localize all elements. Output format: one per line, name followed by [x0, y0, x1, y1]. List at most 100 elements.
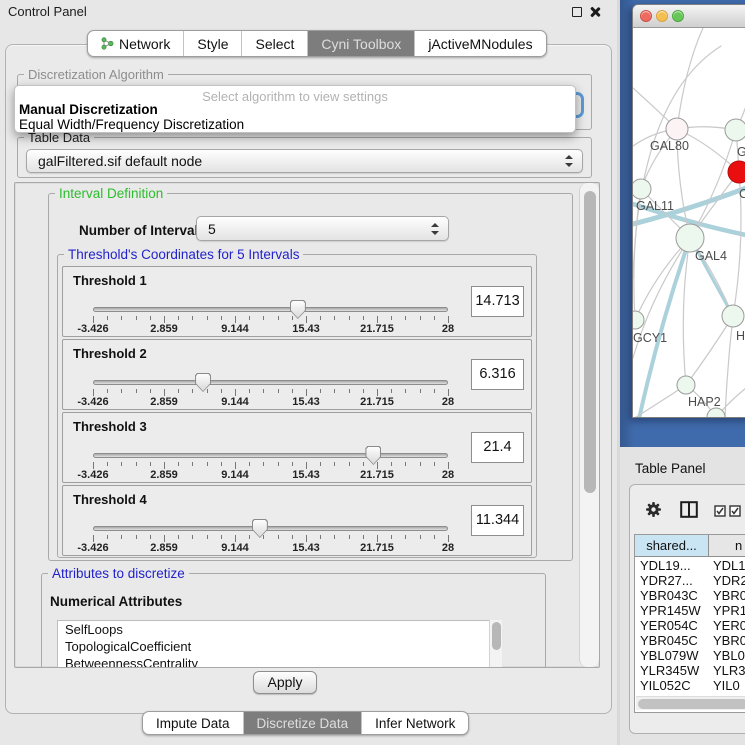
table-row[interactable]: YLR345WYLR3	[635, 663, 745, 678]
tab-style[interactable]: Style	[184, 31, 242, 56]
threshold-value-field[interactable]: 6.316	[471, 359, 524, 390]
minimize-yellow-icon[interactable]	[656, 10, 668, 22]
threshold-value-field[interactable]: 11.344	[471, 505, 524, 536]
tick-mark	[221, 535, 222, 539]
table-row[interactable]: YPR145WYPR1	[635, 603, 745, 618]
attribute-list-item[interactable]: SelfLoops	[58, 621, 501, 638]
network-window-titlebar[interactable]	[633, 5, 745, 28]
network-node-h[interactable]	[722, 305, 744, 327]
tab-select[interactable]: Select	[242, 31, 308, 56]
threshold-value-field[interactable]: 21.4	[471, 432, 524, 463]
attributes-list-scrollbar[interactable]	[489, 620, 502, 668]
tab-impute-data[interactable]: Impute Data	[143, 712, 244, 734]
tab-network[interactable]: Network	[88, 31, 184, 56]
threshold-label: Threshold 4	[73, 492, 147, 507]
table-cell[interactable]: YBL079W	[635, 648, 709, 663]
table-cell[interactable]: YLR345W	[635, 663, 709, 678]
network-node-label: C	[739, 187, 745, 201]
tab-cyni-toolbox[interactable]: Cyni Toolbox	[308, 31, 415, 56]
column-header-shared-name[interactable]: shared...	[635, 535, 709, 556]
table-cell[interactable]: YER0	[709, 618, 745, 633]
network-node-gal11[interactable]	[633, 179, 651, 199]
threshold-value-field[interactable]: 14.713	[471, 286, 524, 317]
tick-mark	[207, 535, 208, 539]
threshold-slider-thumb[interactable]	[252, 519, 268, 538]
tick-label: 28	[442, 469, 454, 481]
network-node-gal4[interactable]	[676, 224, 704, 252]
table-hscrollbar-thumb[interactable]	[638, 699, 745, 709]
threshold-label: Threshold 2	[73, 346, 147, 361]
threshold-slider-track[interactable]	[93, 526, 448, 531]
network-node-c[interactable]	[728, 161, 745, 183]
algorithm-option-manual[interactable]: Manual Discretization	[15, 102, 575, 117]
network-node-ga[interactable]	[725, 119, 745, 141]
slider-tick-labels: -3.4262.8599.14415.4321.71528	[93, 542, 448, 554]
table-row[interactable]: YBL079WYBL0	[635, 648, 745, 663]
network-node-hap2[interactable]	[677, 376, 695, 394]
column-header-name[interactable]: n	[709, 535, 745, 556]
table-cell[interactable]: YIL0	[709, 678, 745, 693]
tick-mark	[434, 462, 435, 466]
close-icon[interactable]	[589, 6, 601, 18]
threshold-slider-thumb[interactable]	[290, 300, 306, 319]
table-cell[interactable]: YDL1	[709, 558, 745, 573]
table-cell[interactable]: YER054C	[635, 618, 709, 633]
close-red-icon[interactable]	[640, 10, 652, 22]
threshold-panel-4: Threshold 4 -3.4262.8599.14415.4321.71528…	[62, 485, 532, 556]
table-cell[interactable]: YBL0	[709, 648, 745, 663]
threshold-slider-thumb[interactable]	[195, 373, 211, 392]
network-edge[interactable]	[677, 28, 703, 129]
table-row[interactable]: YBR045CYBR0	[635, 633, 745, 648]
tick-mark	[150, 462, 151, 466]
number-of-intervals-combo[interactable]: 5	[196, 216, 449, 241]
attributes-scrollbar-thumb[interactable]	[492, 622, 501, 650]
table-cell[interactable]: YBR0	[709, 633, 745, 648]
tick-mark	[363, 316, 364, 320]
threshold-slider-thumb[interactable]	[365, 446, 381, 465]
threshold-slider-track[interactable]	[93, 453, 448, 458]
table-row[interactable]: YIL052CYIL0	[635, 678, 745, 693]
checkboxes-icon[interactable]	[714, 505, 742, 517]
table-cell[interactable]: YPR145W	[635, 603, 709, 618]
network-node-label: GAL11	[636, 199, 674, 213]
table-cell[interactable]: YDL19...	[635, 558, 709, 573]
settings-scrollbar[interactable]	[579, 183, 599, 667]
table-row[interactable]: YBR043CYBR0	[635, 588, 745, 603]
network-canvas[interactable]: GAL80GACGAL11GAL4HGCY1HAP2	[633, 28, 745, 418]
network-node-gcy1[interactable]	[633, 311, 644, 329]
settings-scrollbar-thumb[interactable]	[584, 191, 596, 493]
thresholds-group: Threshold's Coordinates for 5 Intervals …	[57, 254, 537, 558]
table-data-combo[interactable]: galFiltered.sif default node	[26, 149, 583, 173]
network-node-gal80[interactable]	[666, 118, 688, 140]
table-cell[interactable]: YBR0	[709, 588, 745, 603]
zoom-green-icon[interactable]	[672, 10, 684, 22]
table-row[interactable]: YDR27...YDR2	[635, 573, 745, 588]
table-horizontal-scrollbar[interactable]	[636, 696, 745, 710]
attribute-list-item[interactable]: BetweennessCentrality	[58, 655, 501, 668]
float-icon[interactable]	[572, 7, 582, 17]
table-cell[interactable]: YLR3	[709, 663, 745, 678]
tab-jactivemnodules[interactable]: jActiveMNodules	[415, 31, 545, 56]
threshold-slider-track[interactable]	[93, 380, 448, 385]
table-row[interactable]: YER054CYER0	[635, 618, 745, 633]
tab-infer-network[interactable]: Infer Network	[362, 712, 468, 734]
table-cell[interactable]: YDR2	[709, 573, 745, 588]
table-cell[interactable]: YBR045C	[635, 633, 709, 648]
table-cell[interactable]: YPR1	[709, 603, 745, 618]
split-columns-icon[interactable]	[680, 501, 698, 518]
network-edge[interactable]	[686, 316, 733, 385]
apply-button[interactable]: Apply	[253, 671, 317, 694]
attribute-list-item[interactable]: TopologicalCoefficient	[58, 638, 501, 655]
tick-mark	[334, 316, 335, 320]
table-row[interactable]: YDL19...YDL1	[635, 558, 745, 573]
table-cell[interactable]: YDR27...	[635, 573, 709, 588]
gear-icon[interactable]	[645, 501, 662, 518]
table-cell[interactable]: YIL052C	[635, 678, 709, 693]
table-cell[interactable]: YBR043C	[635, 588, 709, 603]
threshold-slider-track[interactable]	[93, 307, 448, 312]
tab-discretize-data[interactable]: Discretize Data	[244, 712, 363, 734]
tick-mark	[121, 316, 122, 320]
tick-label: 28	[442, 396, 454, 408]
algorithm-option-equal-width[interactable]: Equal Width/Frequency Discretization	[15, 117, 575, 132]
top-tab-bar: Network Style Select Cyni Toolbox jActiv…	[87, 30, 547, 57]
